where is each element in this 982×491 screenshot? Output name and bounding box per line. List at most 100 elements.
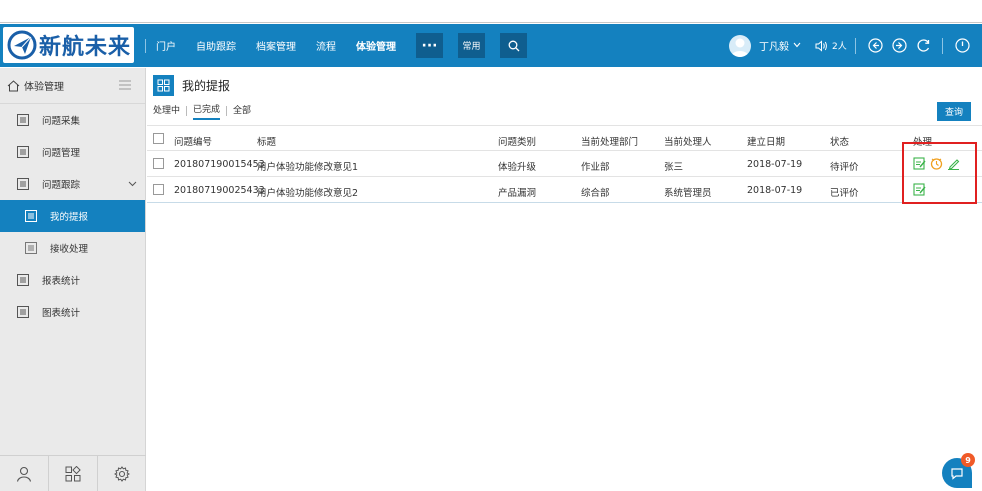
- header-issue-id[interactable]: 问题编号: [174, 134, 212, 148]
- page-header: 我的提报: [153, 75, 230, 96]
- sidebar-item-label: 问题管理: [42, 148, 81, 159]
- list-icon: [17, 114, 29, 126]
- issues-table: 问题编号 标题 问题类别 当前处理部门 当前处理人 建立日期 状态 处理 201…: [147, 125, 982, 203]
- app-logo[interactable]: 新航未来: [3, 27, 134, 63]
- sidebar-item-label: 报表统计: [42, 276, 81, 287]
- cell-category: 产品漏洞: [498, 188, 537, 199]
- back-button[interactable]: [866, 36, 886, 56]
- search-button[interactable]: [500, 33, 527, 58]
- sidebar-item-issue-tracking[interactable]: 问题跟踪: [0, 168, 145, 200]
- chevron-down-icon[interactable]: [793, 41, 801, 51]
- tab-all[interactable]: 全部: [233, 103, 251, 119]
- header-status[interactable]: 状态: [830, 134, 849, 148]
- row-checkbox[interactable]: [153, 184, 164, 195]
- table-row[interactable]: 201807190015453 用户体验功能修改意见1 体验升级 作业部 张三 …: [147, 151, 982, 177]
- list-icon: [25, 210, 37, 222]
- cell-status: 待评价: [830, 162, 859, 173]
- home-icon: [7, 79, 20, 91]
- paper-plane-logo-icon: [7, 30, 37, 60]
- avatar-user-icon: [731, 38, 749, 57]
- nav-item-archive[interactable]: 档案管理: [256, 38, 296, 53]
- top-navigation-bar: 新航未来 门户 自助跟踪 档案管理 流程 体验管理 ··· 常用 丁凡毅 2人: [0, 24, 982, 67]
- user-area: 丁凡毅 2人: [729, 34, 973, 57]
- list-icon: [17, 146, 29, 158]
- select-all-checkbox[interactable]: [153, 133, 164, 144]
- tab-completed[interactable]: 已完成: [193, 102, 221, 120]
- list-icon: [25, 242, 37, 254]
- toolbar-divider: [854, 37, 856, 54]
- sidebar-item-report-stats[interactable]: 报表统计: [0, 264, 145, 296]
- ellipsis-icon: ···: [421, 37, 438, 54]
- cell-status: 已评价: [830, 188, 859, 199]
- list-icon: [17, 306, 29, 318]
- settings-icon: [114, 465, 130, 482]
- notification-badge: 9: [961, 453, 975, 467]
- cell-handler: 张三: [664, 162, 684, 173]
- table-row[interactable]: 201807190025433 用户体验功能修改意见2 产品漏洞 综合部 系统管…: [147, 177, 982, 203]
- power-button[interactable]: [953, 36, 973, 56]
- search-icon: [508, 40, 519, 51]
- sidebar-item-chart-stats[interactable]: 图表统计: [0, 296, 145, 328]
- chevron-down-icon[interactable]: [128, 179, 137, 190]
- sidebar-title: 体验管理: [24, 82, 64, 93]
- tab-divider: [186, 106, 188, 116]
- footer-user-button[interactable]: [0, 456, 49, 491]
- sidebar-item-my-reports[interactable]: 我的提报: [0, 200, 145, 232]
- sidebar-item-label: 接收处理: [50, 244, 89, 255]
- toolbar-divider-2: [941, 37, 943, 54]
- sidebar: 体验管理 问题采集 问题管理 问题跟踪 我的提报 接收处理 报表统计 图表统计: [0, 68, 146, 491]
- page-title: 我的提报: [182, 79, 231, 93]
- header-title[interactable]: 标题: [257, 134, 276, 148]
- more-menu-button[interactable]: ···: [416, 33, 443, 58]
- tab-processing[interactable]: 处理中: [153, 103, 180, 119]
- nav-item-experience[interactable]: 体验管理: [356, 38, 396, 53]
- back-circle-icon: [868, 38, 883, 53]
- hamburger-menu-icon[interactable]: [119, 80, 131, 93]
- highlight-annotation-box: [902, 142, 977, 204]
- speaker-icon: [815, 39, 827, 52]
- list-icon: [17, 274, 29, 286]
- footer-settings-button[interactable]: [98, 456, 146, 491]
- cell-department: 作业部: [581, 162, 610, 173]
- forward-circle-icon: [892, 38, 907, 53]
- cell-department: 综合部: [581, 188, 610, 199]
- sidebar-item-label: 我的提报: [50, 212, 89, 223]
- status-tabs: 处理中 已完成 全部: [153, 102, 251, 120]
- cell-date: 2018-07-19: [747, 185, 803, 196]
- chat-icon: [951, 468, 963, 480]
- forward-button[interactable]: [890, 36, 910, 56]
- row-checkbox[interactable]: [153, 158, 164, 169]
- nav-divider: [145, 38, 146, 53]
- sidebar-footer: [0, 455, 146, 491]
- username[interactable]: 丁凡毅: [759, 38, 789, 53]
- nav-item-process[interactable]: 流程: [316, 38, 336, 53]
- voice-indicator[interactable]: 2人: [815, 39, 847, 52]
- sidebar-header: 体验管理: [0, 68, 145, 104]
- cell-handler: 系统管理员: [664, 188, 712, 199]
- footer-apps-button[interactable]: [49, 456, 98, 491]
- cell-title[interactable]: 用户体验功能修改意见2: [257, 185, 358, 199]
- cell-issue-id: 201807190015453: [174, 159, 265, 170]
- sidebar-item-issue-collection[interactable]: 问题采集: [0, 104, 145, 136]
- header-date[interactable]: 建立日期: [747, 134, 785, 148]
- sidebar-item-receive-handling[interactable]: 接收处理: [0, 232, 145, 264]
- avatar[interactable]: [729, 34, 751, 57]
- power-icon: [955, 38, 970, 53]
- main-content: 我的提报 处理中 已完成 全部 查询 问题编号 标题 问题类别 当前处理部门 当…: [147, 68, 982, 491]
- header-category[interactable]: 问题类别: [498, 134, 536, 148]
- common-label: 常用: [462, 42, 481, 52]
- cell-date: 2018-07-19: [747, 159, 803, 170]
- browser-top-strip: [0, 0, 982, 23]
- nav-item-self-tracking[interactable]: 自助跟踪: [196, 38, 236, 53]
- nav-item-portal[interactable]: 门户: [156, 38, 176, 53]
- common-button[interactable]: 常用: [458, 33, 485, 58]
- sidebar-item-issue-management[interactable]: 问题管理: [0, 136, 145, 168]
- header-handler[interactable]: 当前处理人: [664, 134, 712, 148]
- sidebar-item-label: 问题跟踪: [42, 180, 81, 191]
- query-button[interactable]: 查询: [937, 102, 971, 121]
- apps-icon: [65, 465, 81, 481]
- apps-icon: [153, 75, 174, 96]
- header-department[interactable]: 当前处理部门: [581, 134, 638, 148]
- cell-title[interactable]: 用户体验功能修改意见1: [257, 159, 358, 173]
- refresh-button[interactable]: [914, 36, 934, 56]
